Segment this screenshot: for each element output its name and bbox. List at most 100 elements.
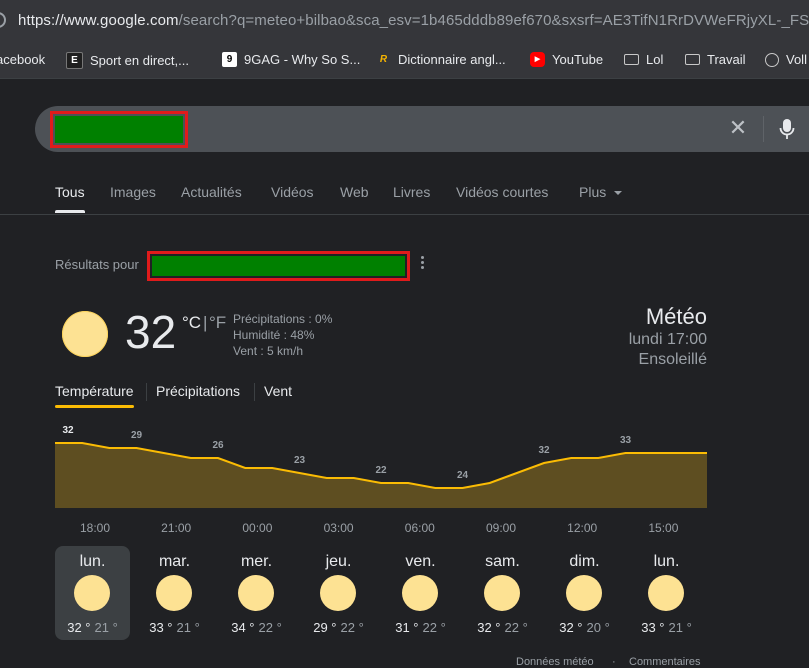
youtube-icon: ▶ bbox=[530, 52, 545, 67]
results-for-label: Résultats pour bbox=[55, 257, 139, 272]
footer-dot: · bbox=[612, 656, 616, 668]
bookmark-folder-lol[interactable]: Lol bbox=[624, 52, 663, 67]
bookmark-folder-travail[interactable]: Travail bbox=[685, 52, 746, 67]
weather-title: Météo bbox=[645, 304, 707, 329]
forecast-high: 34 ° bbox=[231, 620, 255, 635]
x-tick-label: 15:00 bbox=[648, 521, 678, 535]
unit-celsius[interactable]: °C bbox=[182, 313, 201, 333]
forecast-temps: 34 ° 22 ° bbox=[219, 620, 294, 635]
forecast-day-name: lun. bbox=[653, 553, 680, 570]
sport-icon: E bbox=[66, 52, 83, 69]
tab-temperature[interactable]: Température bbox=[55, 383, 134, 399]
forecast-temps: 29 ° 22 ° bbox=[301, 620, 376, 635]
temperature-data-label: 32 bbox=[538, 445, 550, 456]
x-tick-label: 18:00 bbox=[80, 521, 110, 535]
sun-icon bbox=[74, 575, 110, 611]
forecast-day-name: sam. bbox=[485, 553, 520, 570]
forecast-high: 32 ° bbox=[477, 620, 501, 635]
folder-icon bbox=[685, 54, 700, 65]
temperature-data-label: 29 bbox=[131, 430, 143, 441]
temperature-data-label: 24 bbox=[457, 470, 469, 481]
unit-fahrenheit[interactable]: °F bbox=[209, 313, 226, 333]
forecast-day-name: mar. bbox=[158, 553, 191, 570]
clear-icon[interactable]: ✕ bbox=[728, 117, 748, 139]
forecast-day-name: dim. bbox=[569, 553, 600, 570]
mic-icon[interactable] bbox=[779, 117, 795, 141]
tab-vent[interactable]: Vent bbox=[264, 383, 292, 399]
tab-separator bbox=[146, 383, 147, 401]
tab-livres[interactable]: Livres bbox=[393, 184, 430, 200]
tab-precipitations[interactable]: Précipitations bbox=[156, 383, 240, 399]
sun-icon bbox=[238, 575, 274, 611]
sun-icon bbox=[484, 575, 520, 611]
9gag-icon: 9 bbox=[222, 52, 237, 67]
x-tick-label: 21:00 bbox=[161, 521, 191, 535]
reload-icon[interactable] bbox=[0, 12, 6, 28]
forecast-low: 21 ° bbox=[668, 620, 692, 635]
forecast-high: 29 ° bbox=[313, 620, 337, 635]
weather-source-link[interactable]: Données météo bbox=[516, 656, 594, 668]
bookmarks-bar: acebook E Sport en direct,... 9 9GAG - W… bbox=[0, 42, 809, 79]
forecast-day[interactable]: sam. 32 ° 22 ° bbox=[465, 546, 540, 640]
dictionary-icon: R bbox=[379, 54, 388, 65]
bookmark-youtube[interactable]: ▶ YouTube bbox=[530, 52, 603, 67]
tab-separator bbox=[254, 383, 255, 401]
forecast-day[interactable]: lun. 33 ° 21 ° bbox=[629, 546, 704, 640]
sun-icon bbox=[648, 575, 684, 611]
address-bar[interactable]: https://www.google.com/search?q=meteo+bi… bbox=[0, 0, 809, 42]
feedback-link[interactable]: Commentaires bbox=[629, 656, 701, 668]
tab-actualites[interactable]: Actualités bbox=[181, 184, 242, 200]
url-text[interactable]: https://www.google.com/search?q=meteo+bi… bbox=[18, 12, 809, 29]
forecast-day-name: jeu. bbox=[325, 553, 352, 570]
forecast-low: 22 ° bbox=[340, 620, 364, 635]
bookmark-dictionary[interactable]: R Dictionnaire angl... bbox=[376, 52, 506, 67]
search-tabs: Tous Images Actualités Vidéos Web Livres… bbox=[0, 178, 809, 215]
forecast-day[interactable]: dim. 32 ° 20 ° bbox=[547, 546, 622, 640]
tab-videos-courtes[interactable]: Vidéos courtes bbox=[456, 184, 548, 200]
bookmark-sport[interactable]: E Sport en direct,... bbox=[66, 52, 189, 69]
sun-icon bbox=[156, 575, 192, 611]
temperature-data-label: 33 bbox=[620, 435, 632, 446]
forecast-day[interactable]: ven. 31 ° 22 ° bbox=[383, 546, 458, 640]
x-tick-label: 12:00 bbox=[567, 521, 597, 535]
forecast-temps: 32 ° 22 ° bbox=[465, 620, 540, 635]
current-temperature: 32 bbox=[125, 306, 177, 358]
bookmark-facebook[interactable]: acebook bbox=[0, 52, 45, 67]
bookmark-9gag[interactable]: 9 9GAG - Why So S... bbox=[222, 52, 360, 67]
weather-time: lundi 17:00 bbox=[628, 331, 707, 348]
temperature-data-label: 23 bbox=[294, 455, 306, 466]
temperature-data-label: 22 bbox=[375, 465, 387, 476]
forecast-day[interactable]: lun. 32 ° 21 ° bbox=[55, 546, 130, 640]
tab-videos[interactable]: Vidéos bbox=[271, 184, 314, 200]
globe-icon bbox=[765, 52, 779, 67]
forecast-high: 33 ° bbox=[149, 620, 173, 635]
forecast-low: 22 ° bbox=[258, 620, 282, 635]
tab-images[interactable]: Images bbox=[110, 184, 156, 200]
search-divider bbox=[763, 116, 764, 142]
tab-active-indicator bbox=[55, 210, 85, 213]
precipitation-text: Précipitations : 0% bbox=[233, 312, 333, 326]
forecast-temps: 33 ° 21 ° bbox=[629, 620, 704, 635]
wind-text: Vent : 5 km/h bbox=[233, 344, 304, 358]
bookmark-voll[interactable]: Voll bbox=[765, 52, 807, 67]
weather-condition: Ensoleillé bbox=[638, 351, 707, 368]
redacted-query bbox=[50, 111, 188, 148]
tab-tous[interactable]: Tous bbox=[55, 184, 85, 200]
tab-web[interactable]: Web bbox=[340, 184, 369, 200]
temperature-data-label: 26 bbox=[212, 440, 224, 451]
forecast-day[interactable]: jeu. 29 ° 22 ° bbox=[301, 546, 376, 640]
temperature-chart[interactable]: 32 29 26 23 22 24 32 33 18:00 21:00 00:00 03:00 06:0… bbox=[0, 420, 809, 545]
sun-icon bbox=[402, 575, 438, 611]
x-tick-label: 09:00 bbox=[486, 521, 516, 535]
weather-tab-indicator bbox=[55, 405, 134, 408]
temperature-data-label: 32 bbox=[62, 425, 74, 436]
more-options-icon[interactable] bbox=[421, 256, 425, 270]
humidity-text: Humidité : 48% bbox=[233, 328, 315, 342]
forecast-day[interactable]: mar. 33 ° 21 ° bbox=[137, 546, 212, 640]
tab-plus[interactable]: Plus bbox=[579, 184, 623, 200]
forecast-high: 33 ° bbox=[641, 620, 665, 635]
forecast-day[interactable]: mer. 34 ° 22 ° bbox=[219, 546, 294, 640]
forecast-low: 22 ° bbox=[422, 620, 446, 635]
forecast-temps: 31 ° 22 ° bbox=[383, 620, 458, 635]
x-tick-label: 00:00 bbox=[242, 521, 272, 535]
